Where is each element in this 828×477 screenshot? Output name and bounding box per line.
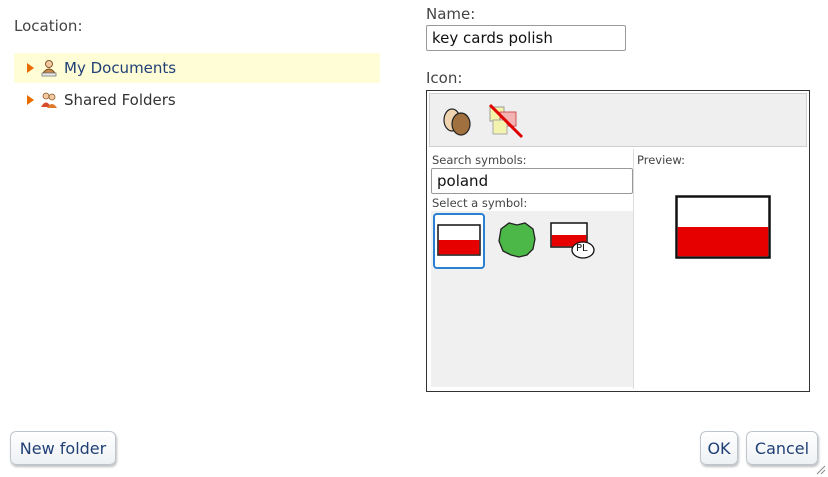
poland-flag-pl-icon	[550, 222, 595, 259]
panel-divider	[633, 149, 634, 389]
search-symbols-input[interactable]: poland	[431, 168, 633, 194]
tree-item-label: My Documents	[64, 59, 177, 77]
icon-label: Icon:	[426, 69, 463, 87]
icon-panel: Search symbols: poland Select a symbol: …	[426, 90, 810, 392]
symbol-poland-flag[interactable]	[433, 213, 485, 269]
pl-text: PL	[576, 243, 588, 254]
preview-flag-image	[675, 195, 771, 259]
user-documents-icon	[41, 60, 57, 77]
poland-flag-icon	[437, 224, 481, 256]
poland-map-icon	[498, 222, 536, 258]
preview-label: Preview:	[637, 153, 686, 167]
resize-grip-icon[interactable]	[814, 463, 826, 475]
name-input[interactable]: key cards polish	[426, 25, 626, 51]
location-label: Location:	[14, 17, 83, 35]
ok-button[interactable]: OK	[700, 431, 738, 465]
expand-arrow-icon[interactable]	[27, 95, 34, 105]
tree-item-my-documents[interactable]: My Documents	[14, 53, 380, 83]
expand-arrow-icon[interactable]	[27, 63, 34, 73]
symbol-list: PL	[431, 211, 633, 387]
symbol-poland-map[interactable]	[493, 215, 545, 271]
preview-area: Preview:	[635, 151, 807, 387]
search-symbols-label: Search symbols:	[432, 153, 527, 167]
tree-item-label: Shared Folders	[64, 91, 176, 109]
select-symbol-label: Select a symbol:	[432, 196, 528, 210]
icon-options-bar	[429, 93, 807, 147]
symbol-poland-flag-pl[interactable]: PL	[547, 213, 599, 269]
custom-image-icon[interactable]	[440, 103, 476, 139]
cancel-button[interactable]: Cancel	[746, 431, 818, 465]
no-symbol-icon[interactable]	[486, 103, 526, 139]
new-folder-button[interactable]: New folder	[10, 431, 116, 465]
name-label: Name:	[426, 5, 476, 23]
shared-users-icon	[41, 92, 57, 108]
tree-item-shared-folders[interactable]: Shared Folders	[14, 85, 380, 115]
